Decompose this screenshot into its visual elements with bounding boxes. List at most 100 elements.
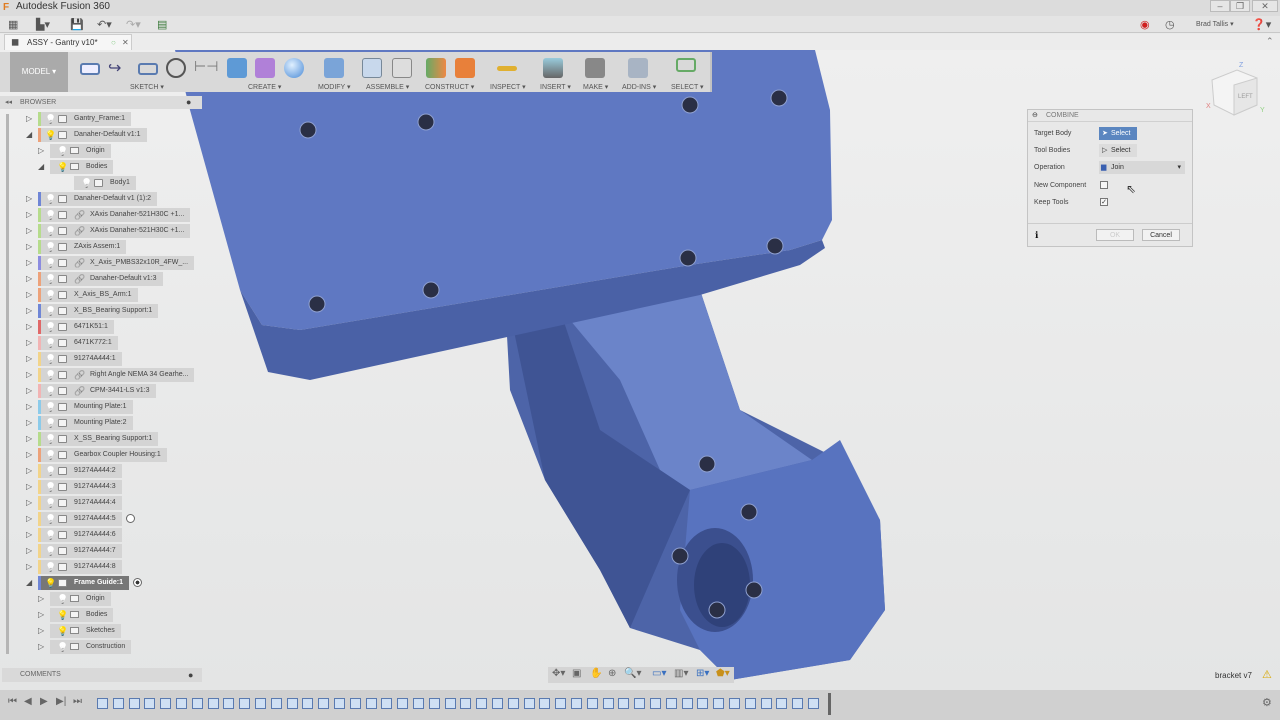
visibility-bulb-icon[interactable]: 💡 [45,384,56,398]
expand-arrow-icon[interactable]: ▷ [26,496,36,510]
tree-item-pill[interactable]: 💡 ZAxis Assem:1 [38,240,127,254]
save-icon[interactable]: 💾 [70,18,84,31]
restore-button[interactable]: ❐ [1230,0,1250,12]
timeline-feature-icon[interactable] [286,698,298,709]
add-ins-menu[interactable]: ADD-INS ▾ [622,83,656,91]
measure-icon[interactable] [497,66,517,71]
visibility-bulb-icon[interactable]: 💡 [45,496,56,510]
ok-button[interactable]: OK [1096,229,1134,241]
expand-arrow-icon[interactable]: ▷ [26,560,36,574]
visibility-bulb-icon[interactable]: 💡 [45,480,56,494]
collapse-dialog-icon[interactable]: ⊖ [1032,110,1038,122]
expand-arrow-icon[interactable]: ▷ [26,240,36,254]
sphere-icon[interactable] [284,58,304,78]
expand-arrow-icon[interactable]: ▷ [26,272,36,286]
browser-pin-icon[interactable]: ● [186,96,191,109]
visibility-bulb-icon[interactable]: 💡 [45,432,56,446]
timeline-feature-icon[interactable] [397,698,409,709]
timeline-feature-icon[interactable] [586,698,598,709]
timeline-feature-icon[interactable] [555,698,567,709]
tree-item-pill[interactable]: 💡 Origin [50,144,111,158]
insert-menu[interactable]: INSERT ▾ [540,83,571,91]
visibility-bulb-icon[interactable]: 💡 [57,592,68,606]
expand-arrow-icon[interactable]: ▷ [26,448,36,462]
collapse-arrow-icon[interactable]: ◢ [26,128,36,142]
tree-item-pill[interactable]: 💡 Bodies [50,608,114,622]
timeline-feature-icon[interactable] [697,698,709,709]
timeline-feature-icon[interactable] [760,698,772,709]
tree-item-pill[interactable]: 💡 Mounting Plate:1 [38,400,133,414]
visibility-bulb-icon[interactable]: 💡 [45,368,56,382]
tree-item-pill[interactable]: 💡 91274A444:8 [38,560,122,574]
tree-item-pill[interactable]: 💡 91274A444:7 [38,544,122,558]
visibility-bulb-icon[interactable]: 💡 [57,144,68,158]
comments-pin-icon[interactable]: ● [188,668,193,682]
plane-angle-icon[interactable] [455,58,475,78]
timeline-feature-icon[interactable] [191,698,203,709]
timeline-feature-icon[interactable] [618,698,630,709]
visibility-bulb-icon[interactable]: 💡 [45,208,56,222]
visibility-bulb-icon[interactable]: 💡 [45,288,56,302]
assemble-menu[interactable]: ASSEMBLE ▾ [366,83,409,91]
job-status-clock-icon[interactable]: ◷ [1165,18,1175,31]
timeline-feature-icon[interactable] [523,698,535,709]
timeline-marker[interactable] [828,693,831,715]
visibility-bulb-icon[interactable]: 💡 [45,400,56,414]
user-menu[interactable]: Brad Tallis ▾ [1196,20,1234,28]
tree-item-pill[interactable]: 💡 🔗 XAxis Danaher-521H30C +1... [38,208,191,222]
dimension-icon[interactable]: ⊢⊣ [194,58,218,78]
record-icon[interactable]: ◉ [1140,18,1150,31]
insert-image-icon[interactable] [543,58,563,78]
tool-bodies-select[interactable]: ▷ Select [1099,144,1137,157]
expand-arrow-icon[interactable]: ▷ [26,544,36,558]
visibility-bulb-icon[interactable]: 💡 [45,192,56,206]
expand-arrow-icon[interactable]: ▷ [26,288,36,302]
orbit-icon[interactable]: ✥▾ [552,668,565,679]
rectangle-icon[interactable] [138,63,158,75]
expand-arrow-icon[interactable]: ▷ [26,416,36,430]
close-tab-icon[interactable]: ✕ [122,35,129,50]
activate-component-radio[interactable] [126,514,135,523]
visibility-bulb-icon[interactable]: 💡 [45,224,56,238]
timeline-feature-icon[interactable] [255,698,266,709]
expand-arrow-icon[interactable]: ▷ [26,512,36,526]
tree-item-pill[interactable]: 💡 91274A444:2 [38,464,122,478]
line-sketch-icon[interactable]: ↪ [108,58,128,78]
timeline-feature-icon[interactable] [507,698,519,709]
inspect-menu[interactable]: INSPECT ▾ [490,83,526,91]
visibility-bulb-icon[interactable]: 💡 [57,640,68,654]
cancel-button[interactable]: Cancel [1142,229,1180,241]
timeline-feature-icon[interactable] [460,698,472,709]
timeline-feature-icon[interactable] [270,698,282,709]
rectangle-sketch-icon[interactable] [80,63,100,75]
tree-item-pill[interactable]: 💡 Body1 [74,176,136,190]
operation-dropdown[interactable]: ▆ Join ▾ [1099,161,1185,174]
pan-hand-icon[interactable]: ✋ [590,668,602,679]
expand-arrow-icon[interactable]: ▷ [38,592,48,606]
step-back-icon[interactable]: ◀ [24,696,32,707]
undo-icon[interactable]: ↶▾ [97,18,112,31]
select-icon[interactable] [676,58,696,72]
modify-menu[interactable]: MODIFY ▾ [318,83,351,91]
timeline-feature-icon[interactable] [729,698,740,709]
timeline-feature-icon[interactable] [539,698,551,709]
timeline-feature-icon[interactable] [571,698,582,709]
step-forward-icon[interactable]: ▶| [56,696,66,707]
viewports-icon[interactable]: ⊞▾ [696,668,709,679]
tree-item-pill[interactable]: 💡 91274A444:4 [38,496,122,510]
tree-item-pill[interactable]: 💡 Sketches [50,624,121,638]
expand-arrow-icon[interactable]: ▷ [26,352,36,366]
expand-arrow-icon[interactable]: ▷ [26,304,36,318]
expand-arrow-icon[interactable]: ▷ [26,528,36,542]
tree-item-pill[interactable]: 💡 Frame Guide:1 [38,576,130,590]
tree-item-pill[interactable]: 💡 6471K772:1 [38,336,118,350]
timeline-feature-icon[interactable] [744,698,756,709]
timeline-feature-icon[interactable] [239,698,251,709]
visibility-bulb-icon[interactable]: 💡 [45,128,56,142]
expand-arrow-icon[interactable]: ▷ [26,320,36,334]
play-icon[interactable]: ▶ [40,696,48,707]
timeline-feature-icon[interactable] [713,698,725,709]
activate-component-radio[interactable] [133,578,142,587]
expand-arrow-icon[interactable]: ▷ [26,192,36,206]
visibility-bulb-icon[interactable]: 💡 [45,304,56,318]
